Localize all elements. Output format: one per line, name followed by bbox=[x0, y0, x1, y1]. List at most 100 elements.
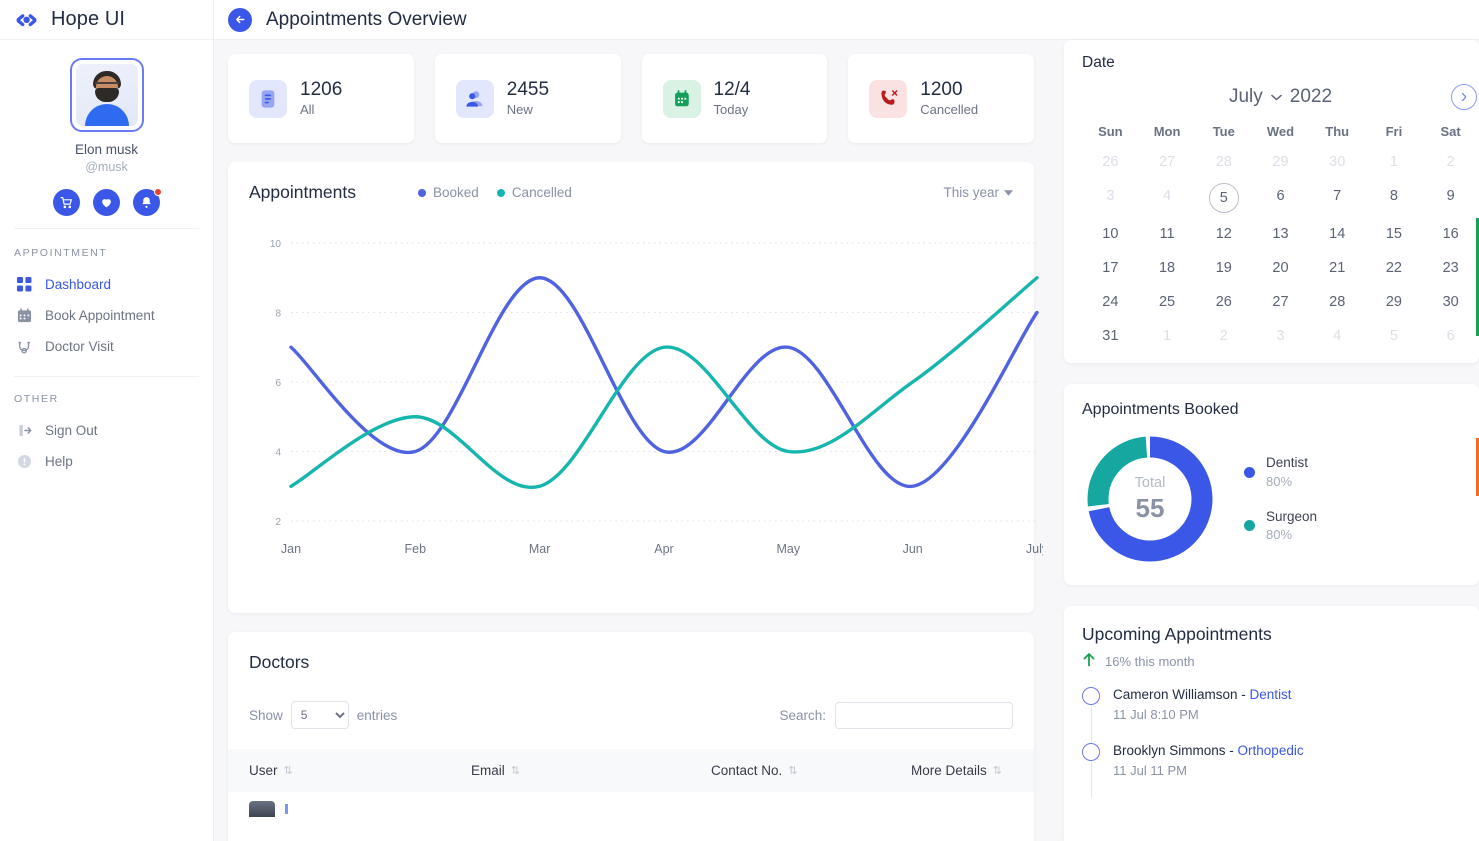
calendar-day[interactable]: 30 bbox=[1422, 285, 1479, 319]
calendar-day[interactable]: 4 bbox=[1309, 319, 1366, 353]
calendar-day[interactable]: 25 bbox=[1139, 285, 1196, 319]
search-control: Search: bbox=[779, 701, 1013, 729]
calendar-icon bbox=[662, 79, 701, 118]
calendar-day[interactable]: 8 bbox=[1366, 179, 1423, 217]
list-item[interactable]: Brooklyn Simmons - Orthopedic 11 Jul 11 … bbox=[1082, 742, 1479, 798]
line-chart-svg: 2 4 6 8 10 Jan Feb Mar Apr May Jun July bbox=[270, 239, 1049, 556]
stat-card-new[interactable]: 2455 New bbox=[434, 54, 621, 143]
heart-icon[interactable] bbox=[93, 189, 120, 216]
cart-icon[interactable] bbox=[53, 189, 80, 216]
search-label: Search: bbox=[779, 707, 826, 723]
brand[interactable]: Hope UI bbox=[0, 0, 213, 40]
sidebar-item-book-appointment[interactable]: Book Appointment bbox=[0, 300, 213, 331]
calendar-grid: Sun Mon Tue Wed Thu Fri Sat 26 27 28 29 30 1 2 3 4 5 6 7 8 9… bbox=[1082, 118, 1479, 353]
calendar-day[interactable]: 20 bbox=[1252, 251, 1309, 285]
chevron-down-icon[interactable] bbox=[1270, 90, 1282, 104]
sidebar-section-appointment: APPOINTMENT bbox=[14, 247, 108, 259]
specialty-link[interactable]: Dentist bbox=[1250, 687, 1292, 702]
stat-card-cancelled[interactable]: 1200 Cancelled bbox=[848, 54, 1034, 143]
calendar-day[interactable]: 15 bbox=[1366, 217, 1423, 251]
calendar-day[interactable]: 24 bbox=[1082, 285, 1139, 319]
calendar-day[interactable]: 3 bbox=[1252, 319, 1309, 353]
calendar-day[interactable]: 7 bbox=[1309, 179, 1366, 217]
column-header-more-details[interactable]: More Details ⇅ bbox=[911, 763, 1002, 778]
specialty-link[interactable]: Orthopedic bbox=[1238, 743, 1304, 758]
calendar-day[interactable]: 26 bbox=[1195, 285, 1252, 319]
sidebar-item-help[interactable]: Help bbox=[0, 446, 213, 477]
page-title: Appointments Overview bbox=[266, 8, 467, 30]
appointment-time: 11 Jul 8:10 PM bbox=[1113, 707, 1199, 722]
calendar-day[interactable]: 5 bbox=[1195, 179, 1252, 217]
arrow-left-icon[interactable] bbox=[228, 7, 252, 32]
legend-label: Dentist bbox=[1266, 455, 1309, 471]
calendar-day[interactable]: 16 bbox=[1422, 217, 1479, 251]
calendar-day[interactable]: 30 bbox=[1309, 145, 1366, 179]
sidebar-item-label: Book Appointment bbox=[45, 308, 155, 323]
calendar-day[interactable]: 14 bbox=[1309, 217, 1366, 251]
stat-card-today[interactable]: 12/4 Today bbox=[641, 54, 828, 143]
calendar-day[interactable]: 2 bbox=[1195, 319, 1252, 353]
document-icon bbox=[249, 79, 287, 118]
table-row[interactable] bbox=[249, 792, 1013, 817]
calendar-day[interactable]: 18 bbox=[1139, 251, 1196, 285]
calendar-day[interactable]: 6 bbox=[1422, 319, 1479, 353]
sidebar-item-dashboard[interactable]: Dashboard bbox=[0, 269, 213, 300]
page-size-select[interactable]: 5102550 bbox=[290, 701, 349, 729]
calendar-day[interactable]: 17 bbox=[1082, 251, 1139, 285]
calendar-day[interactable]: 29 bbox=[1366, 285, 1423, 319]
search-input[interactable] bbox=[835, 701, 1013, 729]
calendar-day[interactable]: 27 bbox=[1139, 145, 1196, 179]
calendar-day[interactable]: 4 bbox=[1139, 179, 1196, 217]
column-label: Contact No. bbox=[711, 763, 783, 778]
sidebar-item-sign-out[interactable]: Sign Out bbox=[0, 415, 213, 446]
upcoming-list: Cameron Williamson - Dentist 11 Jul 8:10… bbox=[1082, 686, 1479, 798]
svg-text:6: 6 bbox=[275, 378, 281, 389]
right-column: Date July 2022 Sun Mon Tue Wed Thu Fri Sat 26 27… bbox=[1050, 40, 1479, 841]
calendar-day[interactable]: 9 bbox=[1422, 179, 1479, 217]
column-header-contact[interactable]: Contact No. ⇅ bbox=[711, 763, 911, 778]
calendar-month[interactable]: July bbox=[1229, 86, 1263, 108]
show-label: Show bbox=[249, 707, 283, 723]
stat-card-all[interactable]: 1206 All bbox=[228, 54, 414, 143]
calendar-day[interactable]: 10 bbox=[1082, 217, 1139, 251]
doctors-table-controls: Show 5102550 entries Search: bbox=[249, 701, 1013, 729]
brand-name: Hope UI bbox=[51, 8, 126, 30]
row-marker bbox=[285, 804, 288, 814]
chart-range-dropdown[interactable]: This year bbox=[943, 185, 1013, 200]
doctors-table-header: User ⇅ Email ⇅ Contact No. ⇅ More Detail… bbox=[228, 749, 1034, 792]
calendar-day[interactable]: 31 bbox=[1082, 319, 1139, 353]
bell-icon[interactable] bbox=[133, 188, 162, 216]
chart-range-label: This year bbox=[943, 185, 999, 200]
column-header-email[interactable]: Email ⇅ bbox=[471, 763, 711, 778]
calendar-day[interactable]: 13 bbox=[1252, 217, 1309, 251]
list-item[interactable]: Cameron Williamson - Dentist 11 Jul 8:10… bbox=[1082, 686, 1479, 742]
calendar-day[interactable]: 2 bbox=[1422, 145, 1479, 179]
calendar-day[interactable]: 11 bbox=[1139, 217, 1196, 251]
calendar-day[interactable]: 26 bbox=[1082, 145, 1139, 179]
calendar-day[interactable]: 12 bbox=[1195, 217, 1252, 251]
calendar-day[interactable]: 21 bbox=[1309, 251, 1366, 285]
calendar-icon bbox=[16, 307, 33, 324]
calendar-day[interactable]: 23 bbox=[1422, 251, 1479, 285]
calendar-day[interactable]: 1 bbox=[1366, 145, 1423, 179]
calendar-day[interactable]: 19 bbox=[1195, 251, 1252, 285]
calendar-day[interactable]: 28 bbox=[1195, 145, 1252, 179]
calendar-day[interactable]: 22 bbox=[1366, 251, 1423, 285]
calendar-day[interactable]: 3 bbox=[1082, 179, 1139, 217]
column-header-user[interactable]: User ⇅ bbox=[249, 763, 471, 778]
calendar-day[interactable]: 1 bbox=[1139, 319, 1196, 353]
svg-text:Mar: Mar bbox=[529, 542, 551, 556]
avatar[interactable] bbox=[69, 58, 144, 132]
sidebar-item-doctor-visit[interactable]: Doctor Visit bbox=[0, 331, 213, 362]
calendar-year[interactable]: 2022 bbox=[1290, 86, 1332, 108]
calendar-day[interactable]: 5 bbox=[1366, 319, 1423, 353]
timeline-bullet bbox=[1082, 743, 1100, 761]
calendar-day[interactable]: 29 bbox=[1252, 145, 1309, 179]
sort-icon: ⇅ bbox=[510, 765, 520, 777]
sidebar-item-label: Dashboard bbox=[45, 277, 112, 292]
calendar-day[interactable]: 27 bbox=[1252, 285, 1309, 319]
calendar-day[interactable]: 28 bbox=[1309, 285, 1366, 319]
calendar-day[interactable]: 6 bbox=[1252, 179, 1309, 217]
upcoming-trend-label: 16% this month bbox=[1105, 654, 1195, 669]
chevron-right-icon[interactable] bbox=[1451, 84, 1477, 110]
